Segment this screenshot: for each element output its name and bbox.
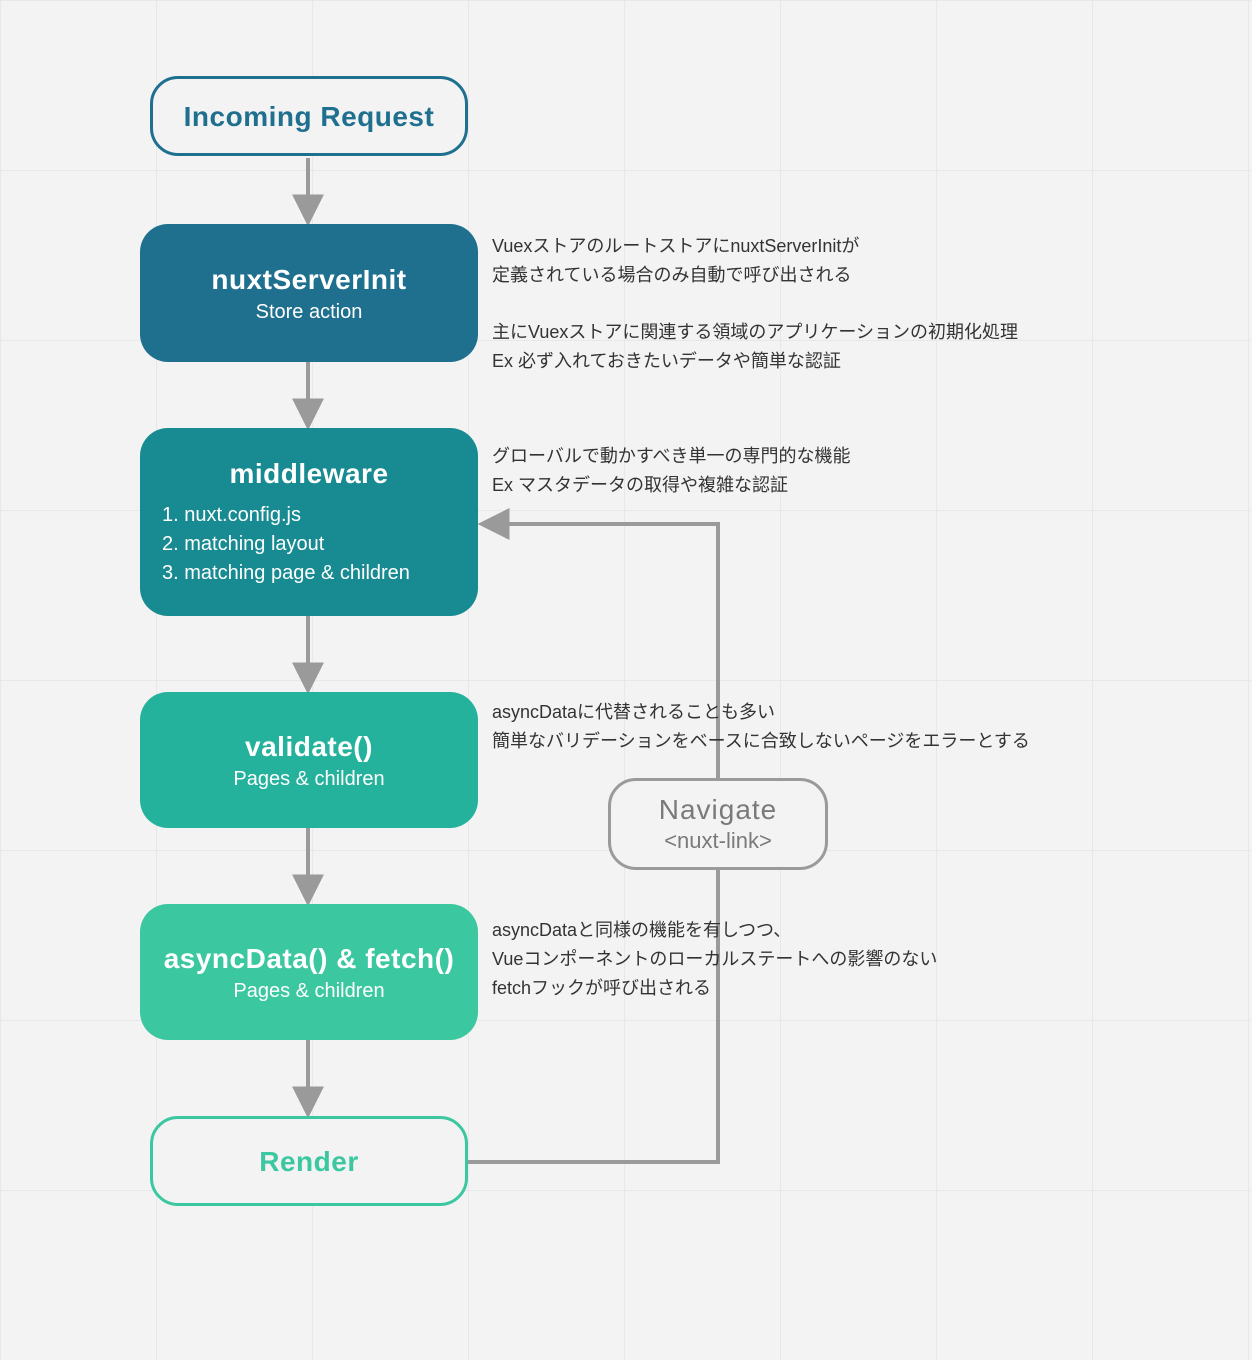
node-navigate-title: Navigate: [659, 794, 778, 826]
diagram-canvas: Incoming Request nuxtServerInit Store ac…: [0, 0, 1252, 1360]
node-middleware-list: 1. nuxt.config.js 2. matching layout 3. …: [158, 501, 410, 588]
node-middleware-title: middleware: [229, 456, 388, 491]
node-middleware: middleware 1. nuxt.config.js 2. matching…: [140, 428, 478, 616]
node-asyncdata-sub: Pages & children: [233, 980, 384, 1003]
node-validate-sub: Pages & children: [233, 768, 384, 791]
node-validate: validate() Pages & children: [140, 692, 478, 828]
annot-middleware: グローバルで動かすべき単一の専門的な機能 Ex マスタデータの取得や複雑な認証: [492, 442, 851, 500]
node-render-title: Render: [259, 1144, 358, 1179]
node-incoming-request: Incoming Request: [150, 76, 468, 156]
annot-validate: asyncDataに代替されることも多い 簡単なバリデーションをベースに合致しな…: [492, 698, 1030, 756]
node-asyncdata-fetch: asyncData() & fetch() Pages & children: [140, 904, 478, 1040]
node-nuxtserverinit: nuxtServerInit Store action: [140, 224, 478, 362]
node-serverinit-sub: Store action: [256, 301, 363, 324]
annot-serverinit: VuexストアのルートストアにnuxtServerInitが 定義されている場合…: [492, 232, 1018, 376]
node-serverinit-title: nuxtServerInit: [211, 262, 406, 297]
node-navigate-sub: <nuxt-link>: [664, 828, 772, 854]
node-render: Render: [150, 1116, 468, 1206]
node-navigate: Navigate <nuxt-link>: [608, 778, 828, 870]
node-validate-title: validate(): [245, 729, 373, 764]
annot-asyncdata: asyncDataと同様の機能を有しつつ、 Vueコンポーネントのローカルステー…: [492, 916, 937, 1002]
node-incoming-title: Incoming Request: [184, 99, 435, 134]
node-asyncdata-title: asyncData() & fetch(): [164, 941, 455, 976]
